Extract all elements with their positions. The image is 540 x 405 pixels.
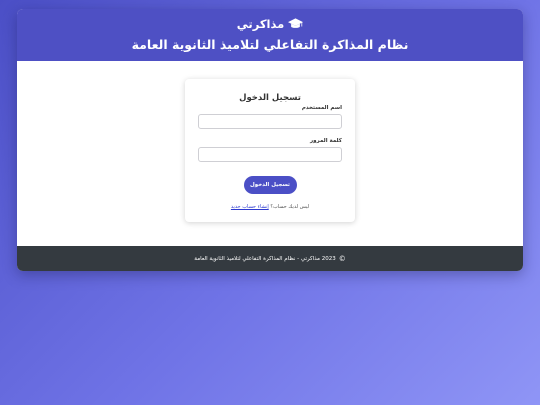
login-title: تسجيل الدخول (239, 93, 301, 103)
submit-wrapper: تسجيل الدخول (185, 171, 355, 194)
register-link[interactable]: إنشاء حساب جديد (231, 204, 269, 210)
copyright-icon: © (338, 254, 346, 263)
username-input[interactable] (198, 114, 342, 129)
footer-text: 2023 مذاكرتي - نظام المذاكرة التفاعلي لت… (194, 255, 336, 262)
register-prompt: ليس لديك حساب؟ (270, 204, 310, 210)
login-card: تسجيل الدخول اسم المستخدم كلمة المرور تس… (185, 79, 355, 222)
brand[interactable]: مذاكرتي (17, 9, 523, 33)
main-content: تسجيل الدخول اسم المستخدم كلمة المرور تس… (17, 61, 523, 246)
app-window: مذاكرتي نظام المذاكرة التفاعلي لتلاميذ ا… (17, 9, 523, 271)
username-label: اسم المستخدم (301, 105, 342, 111)
brand-name: مذاكرتي (236, 17, 285, 31)
graduation-cap-icon (288, 18, 304, 30)
site-footer: © 2023 مذاكرتي - نظام المذاكرة التفاعلي … (17, 246, 523, 271)
site-subtitle: نظام المذاكرة التفاعلي لتلاميذ الثانوية … (131, 37, 409, 52)
register-prompt-row: ليس لديك حساب؟ إنشاء حساب جديد (185, 204, 355, 211)
password-input[interactable] (198, 147, 342, 162)
password-label: كلمة المرور (309, 138, 342, 144)
site-header: مذاكرتي نظام المذاكرة التفاعلي لتلاميذ ا… (17, 9, 523, 61)
login-button[interactable]: تسجيل الدخول (243, 176, 297, 194)
